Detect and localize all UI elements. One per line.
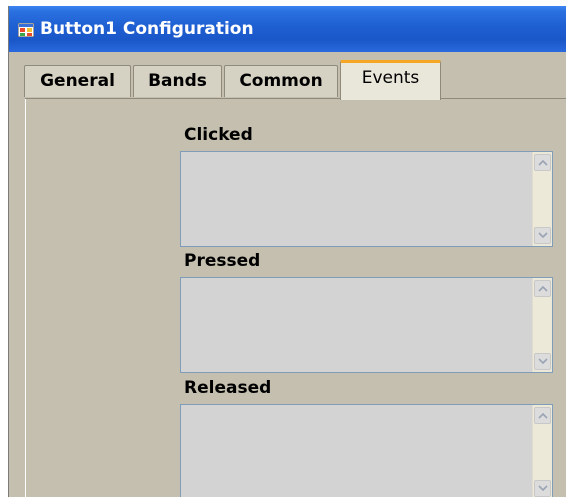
clicked-label: Clicked — [184, 125, 253, 145]
window-title: Button1 Configuration — [40, 19, 254, 39]
released-scroll-down-button[interactable] — [534, 480, 551, 497]
tab-events[interactable]: Events — [340, 60, 441, 100]
clicked-textbox[interactable] — [180, 151, 553, 247]
chevron-up-icon — [538, 412, 548, 419]
released-scrollbar[interactable] — [532, 405, 552, 497]
clicked-scroll-up-button[interactable] — [534, 154, 551, 171]
released-label: Released — [184, 378, 272, 398]
app-window-icon — [18, 23, 34, 37]
pressed-scroll-down-button[interactable] — [534, 353, 551, 370]
chevron-down-icon — [538, 485, 548, 492]
tab-bands[interactable]: Bands — [133, 65, 222, 97]
released-scroll-up-button[interactable] — [534, 407, 551, 424]
tab-common[interactable]: Common — [224, 65, 338, 97]
pressed-label: Pressed — [184, 251, 261, 271]
pressed-scrollbar[interactable] — [532, 278, 552, 372]
chevron-down-icon — [538, 232, 548, 239]
clicked-scrollbar[interactable] — [532, 152, 552, 246]
title-bar[interactable]: Button1 Configuration — [9, 6, 566, 52]
pressed-textbox[interactable] — [180, 277, 553, 373]
released-textbox[interactable] — [180, 404, 553, 497]
pressed-scroll-up-button[interactable] — [534, 280, 551, 297]
events-panel: Clicked Pressed Released — [25, 99, 566, 497]
clicked-scroll-down-button[interactable] — [534, 227, 551, 244]
tab-general[interactable]: General — [24, 65, 131, 97]
chevron-up-icon — [538, 159, 548, 166]
tab-strip: General Bands Common Events — [9, 52, 566, 104]
configuration-window: Button1 Configuration General Bands Comm… — [8, 6, 566, 497]
chevron-down-icon — [538, 358, 548, 365]
chevron-up-icon — [538, 285, 548, 292]
